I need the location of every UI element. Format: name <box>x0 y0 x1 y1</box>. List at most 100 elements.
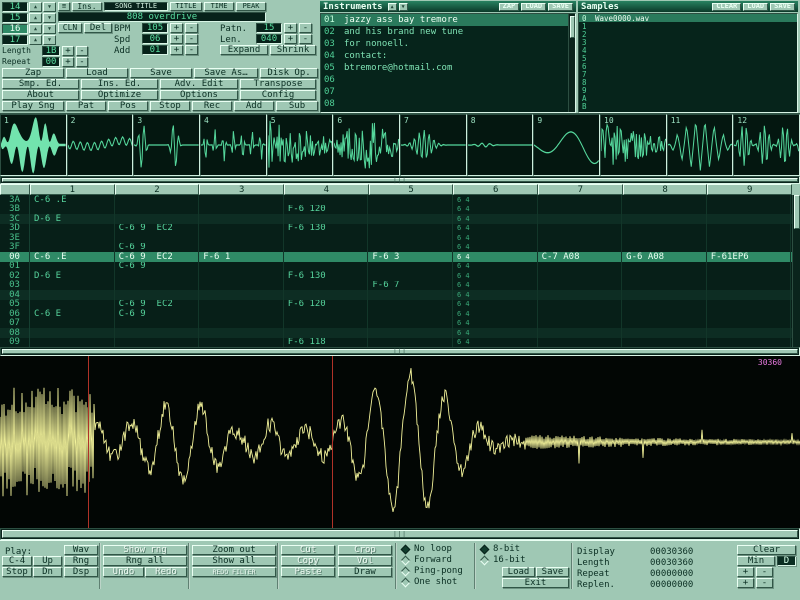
pattern-cell[interactable] <box>622 319 707 329</box>
pattern-cell[interactable] <box>368 328 453 338</box>
pattern-cell[interactable] <box>368 233 453 243</box>
pattern-editor[interactable]: 3AC-6 .E6 43BF-6 1206 43CD-6 E6 43DC-6 9… <box>0 195 800 347</box>
sample-row[interactable]: 6 <box>579 62 797 70</box>
exit-button[interactable]: Exit <box>502 578 569 588</box>
instrument-preview-cell[interactable]: 7 <box>400 114 467 176</box>
pattern-row[interactable]: 06C-6 EC-6 96 4 <box>0 309 800 319</box>
pattern-cell[interactable] <box>538 328 623 338</box>
pattern-hscrollbar-bottom[interactable]: ||| <box>0 347 800 356</box>
channel-header-9[interactable]: 9 <box>707 184 792 195</box>
channel-header-1[interactable]: 1 <box>30 184 115 195</box>
pattern-cell[interactable] <box>284 319 369 329</box>
button-save-as[interactable]: Save As… <box>194 68 258 78</box>
pattern-cell[interactable] <box>707 319 792 329</box>
pattern-cell[interactable] <box>199 243 284 253</box>
loop-end-marker[interactable] <box>332 356 333 528</box>
pattern-cell[interactable] <box>538 290 623 300</box>
button-save[interactable]: Save <box>130 68 192 78</box>
loop-mode-no-loop[interactable]: No loop <box>402 545 463 553</box>
instrument-row[interactable]: 05btremore@hotmail.com <box>321 62 575 74</box>
position-down-icon[interactable]: ▼ <box>43 35 56 45</box>
position-entry[interactable]: 14 <box>2 2 28 12</box>
pattern-cell[interactable] <box>284 252 369 262</box>
button-transpose[interactable]: Transpose <box>240 79 316 89</box>
pattern-cell[interactable]: 6 4 <box>453 233 538 243</box>
channel-header-8[interactable]: 8 <box>623 184 708 195</box>
button-about[interactable]: About <box>2 90 79 100</box>
pattern-cell[interactable]: F-6 120 <box>284 300 369 310</box>
pattern-cell[interactable] <box>707 271 792 281</box>
tab-title[interactable]: TITLE <box>170 2 202 11</box>
instrument-row[interactable]: 06 <box>321 74 575 86</box>
instrument-preview-cell[interactable]: 10 <box>600 114 667 176</box>
repeat-plus-button[interactable]: + <box>737 567 754 577</box>
button-zap[interactable]: Zap <box>2 68 64 78</box>
bpm-minus-button[interactable]: - <box>185 23 198 33</box>
pattern-cell[interactable] <box>284 281 369 291</box>
button-samples-load[interactable]: LOAD <box>743 3 768 11</box>
pattern-row[interactable]: 09F-6 1186 4 <box>0 338 800 348</box>
play-display-button[interactable]: Dsp <box>64 567 98 577</box>
position-entry[interactable]: 15 <box>2 13 28 23</box>
sample-row[interactable]: 5 <box>579 54 797 62</box>
replen-plus-button[interactable]: + <box>737 578 754 588</box>
channel-header-5[interactable]: 5 <box>369 184 454 195</box>
pattern-cell[interactable]: 6 4 <box>453 262 538 272</box>
pattern-cell[interactable] <box>622 281 707 291</box>
pattern-row[interactable]: 046 4 <box>0 290 800 300</box>
pattern-row[interactable]: 086 4 <box>0 328 800 338</box>
pattern-length-minus-button[interactable]: - <box>299 34 312 44</box>
clear-button[interactable]: Clear <box>737 545 796 555</box>
cut-button[interactable]: Cut <box>281 545 335 555</box>
show-range-button[interactable]: Show rng <box>103 545 187 555</box>
instrument-preview-cell[interactable]: 9 <box>533 114 600 176</box>
pattern-cell[interactable] <box>284 262 369 272</box>
pattern-cell[interactable] <box>368 338 453 348</box>
pattern-vscrollbar[interactable] <box>792 195 800 347</box>
position-up-icon[interactable]: ▲ <box>29 35 42 45</box>
sample-row[interactable]: 7 <box>579 70 797 78</box>
instrument-preview-cell[interactable]: 1 <box>0 114 67 176</box>
button-disk-op[interactable]: Disk Op. <box>260 68 318 78</box>
instrument-preview-cell[interactable]: 4 <box>200 114 267 176</box>
tab-song-title[interactable]: SONG TITLE <box>104 2 168 11</box>
instrument-preview-cell[interactable]: 8 <box>467 114 534 176</box>
pattern-cell[interactable] <box>368 309 453 319</box>
pattern-cell[interactable]: F-6 3 <box>368 252 453 262</box>
draw-button[interactable]: Draw <box>338 567 392 577</box>
pattern-cell[interactable] <box>622 309 707 319</box>
sample-row[interactable]: 3 <box>579 38 797 46</box>
pattern-cell[interactable] <box>707 328 792 338</box>
pattern-cell[interactable]: C-6 E <box>30 309 115 319</box>
pattern-row[interactable]: 3DC-6 9 EC2F-6 1306 4 <box>0 224 800 234</box>
sample-waveform-editor[interactable]: 30360 <box>0 356 800 528</box>
sample-row[interactable]: 8 <box>579 78 797 86</box>
pattern-cell[interactable] <box>368 243 453 253</box>
pattern-cell[interactable] <box>284 309 369 319</box>
repeat-minus-button[interactable]: - <box>76 57 88 67</box>
position-entry[interactable]: 16 <box>2 24 28 34</box>
pattern-cell[interactable] <box>622 271 707 281</box>
pattern-cell[interactable] <box>30 262 115 272</box>
button-smp-ed[interactable]: Smp. Ed. <box>2 79 79 89</box>
pattern-cell[interactable] <box>707 309 792 319</box>
pattern-cell[interactable]: F-6 130 <box>284 224 369 234</box>
pattern-row[interactable]: 3CD-6 E6 4 <box>0 214 800 224</box>
pattern-cell[interactable]: C-6 9 EC2 <box>115 300 200 310</box>
pattern-cell[interactable]: C-6 9 <box>115 262 200 272</box>
song-title-display[interactable]: 808 overdrive <box>58 12 266 22</box>
pattern-cell[interactable] <box>538 338 623 348</box>
pattern-cell[interactable]: F-6 118 <box>284 338 369 348</box>
pattern-cell[interactable]: F-6 120 <box>284 205 369 215</box>
pattern-cell[interactable] <box>368 205 453 215</box>
pattern-cell[interactable]: 6 4 <box>453 300 538 310</box>
instrument-row[interactable]: 02and his brand new tune <box>321 26 575 38</box>
pattern-cell[interactable] <box>199 309 284 319</box>
pattern-row[interactable]: 03F-6 76 4 <box>0 281 800 291</box>
pattern-cell[interactable]: C-6 .E <box>30 252 115 262</box>
replen-minus-button[interactable]: - <box>756 578 773 588</box>
play-range-button[interactable]: Rng <box>64 556 98 566</box>
button-options[interactable]: Options <box>160 90 238 100</box>
play-note-value[interactable]: C-4 <box>2 556 32 566</box>
pattern-cell[interactable] <box>284 233 369 243</box>
